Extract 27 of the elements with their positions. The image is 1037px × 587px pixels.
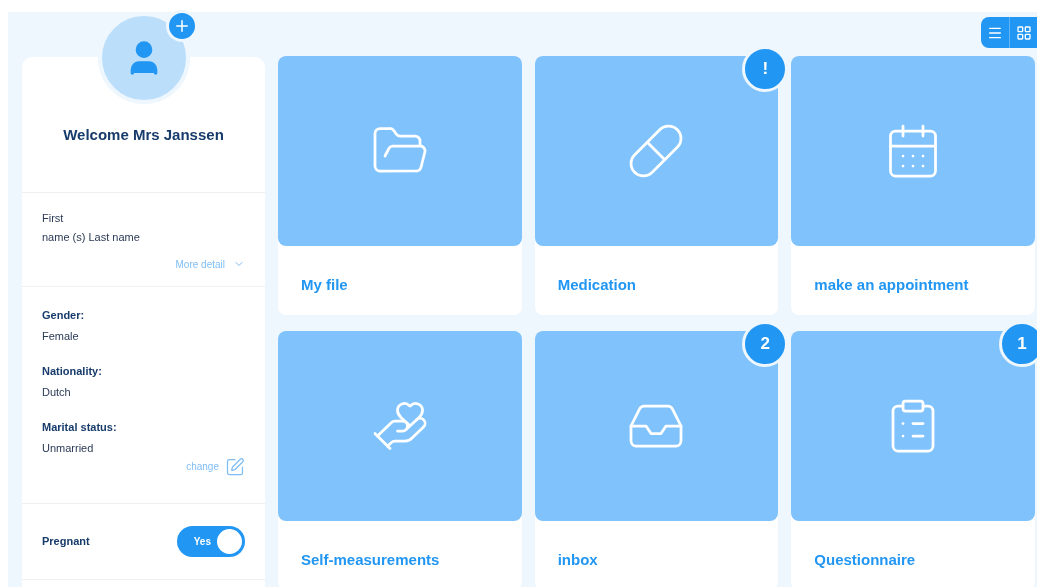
- list-view-button[interactable]: [981, 17, 1009, 48]
- tile-title: Self-measurements: [300, 550, 441, 570]
- more-detail-link[interactable]: More detail: [175, 256, 225, 272]
- change-link[interactable]: change: [186, 459, 219, 474]
- grid-view-icon: [1015, 24, 1032, 41]
- detail-label: Marital status:: [42, 419, 118, 435]
- detail-label: Gender:: [42, 307, 86, 323]
- detail-value: Dutch: [42, 385, 72, 400]
- detail-value: Female: [42, 329, 80, 344]
- notification-badge: 1: [999, 321, 1037, 367]
- pregnant-toggle[interactable]: Yes: [177, 525, 245, 557]
- pregnant-label: Pregnant: [42, 533, 90, 549]
- tile-title: inbox: [556, 550, 599, 570]
- tile-title: Questionnaire: [813, 550, 917, 570]
- tile-card[interactable]: My file: [278, 56, 522, 315]
- tile-title: My file: [300, 275, 349, 295]
- detail-value: Unmarried: [42, 441, 95, 456]
- grid-view-button[interactable]: [1009, 17, 1037, 48]
- tile-title: make an appointment: [813, 275, 970, 295]
- tile-card[interactable]: Self-measurements: [278, 331, 522, 587]
- name-text: name (s) Last name: [42, 229, 141, 245]
- edit-icon: [225, 456, 245, 477]
- tile-title: Medication: [556, 275, 637, 295]
- name-text: First: [42, 210, 65, 226]
- tile-card[interactable]: make an appointment: [791, 56, 1035, 315]
- welcome-title: Welcome Mrs Janssen: [63, 125, 224, 145]
- detail-label: Nationality:: [42, 363, 103, 379]
